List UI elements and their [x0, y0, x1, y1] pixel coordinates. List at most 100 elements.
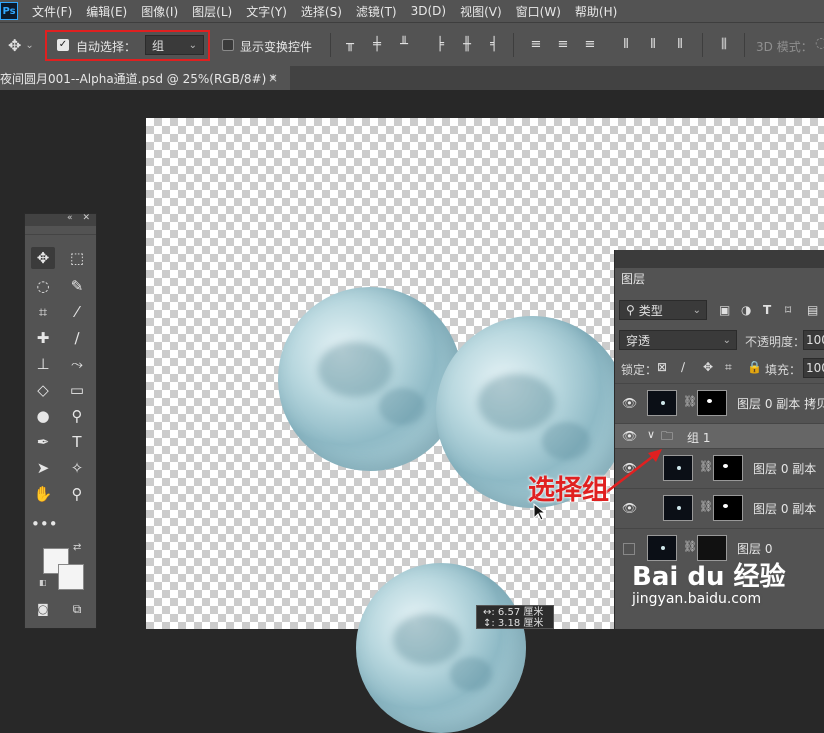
- menu-3d[interactable]: 3D(D): [411, 4, 446, 18]
- distribute-horizontal-center-icon[interactable]: ⦀: [645, 37, 661, 53]
- clone-stamp-tool-icon[interactable]: ⊥: [31, 353, 55, 375]
- eraser-tool-icon[interactable]: ◇: [31, 379, 55, 401]
- layer-mask-thumbnail[interactable]: [713, 495, 743, 521]
- tools-panel-grip[interactable]: [25, 226, 96, 235]
- auto-select-target-value: 组: [152, 38, 165, 53]
- eye-icon[interactable]: 👁: [622, 501, 637, 515]
- gradient-tool-icon[interactable]: ▭: [65, 379, 89, 401]
- screen-mode-icon[interactable]: ⧉: [65, 598, 89, 620]
- 3d-orbit-icon[interactable]: ◌: [815, 35, 824, 51]
- close-icon[interactable]: ✕: [82, 213, 90, 223]
- layer-filter-dropdown[interactable]: ⚲ 类型 ⌄: [619, 300, 707, 320]
- tab-layers[interactable]: 图层: [615, 268, 651, 290]
- eye-icon[interactable]: 👁: [622, 396, 637, 410]
- collapse-icon[interactable]: «: [67, 213, 73, 223]
- swap-colors-icon[interactable]: ⇄: [73, 542, 81, 553]
- align-left-icon[interactable]: ╞: [432, 37, 448, 53]
- menu-image[interactable]: 图像(I): [141, 3, 178, 20]
- show-transform-label: 显示变换控件: [240, 40, 313, 54]
- auto-select-label: 自动选择：: [76, 40, 137, 54]
- eyedropper-tool-icon[interactable]: ⁄: [65, 301, 89, 323]
- pen-tool-icon[interactable]: ✒: [31, 431, 55, 453]
- lasso-tool-icon[interactable]: ◌: [31, 275, 55, 297]
- lock-position-icon[interactable]: ✥: [703, 360, 713, 374]
- watermark-main: Bai du 经验: [632, 562, 786, 592]
- menu-type[interactable]: 文字(Y): [246, 3, 287, 20]
- lock-image-pixels-icon[interactable]: ∕: [681, 360, 685, 374]
- more-tools-icon[interactable]: •••: [31, 513, 58, 535]
- measure-width: ↔: 6.57 厘米: [483, 607, 544, 618]
- blur-tool-icon[interactable]: ●: [31, 405, 55, 427]
- mouse-cursor-icon: [533, 503, 547, 521]
- distribute-right-icon[interactable]: ⦀: [672, 37, 688, 53]
- auto-align-icon[interactable]: ⫼: [716, 37, 732, 53]
- tool-preset-chevron-down-icon[interactable]: ⌄: [25, 40, 33, 51]
- menu-edit[interactable]: 编辑(E): [86, 3, 127, 20]
- align-right-icon[interactable]: ╡: [486, 37, 502, 53]
- distribute-bottom-icon[interactable]: ≡: [582, 37, 598, 53]
- menu-filter[interactable]: 滤镜(T): [356, 3, 397, 20]
- document-tab-bar: 夜间圆月001--Alpha通道.psd @ 25%(RGB/8#) * ×: [0, 66, 824, 90]
- menu-help[interactable]: 帮助(H): [575, 3, 617, 20]
- quick-mask-icon[interactable]: ◙: [31, 598, 55, 620]
- background-color-swatch[interactable]: [58, 564, 84, 590]
- link-icon[interactable]: ⛓: [683, 540, 697, 553]
- distribute-top-icon[interactable]: ≡: [528, 37, 544, 53]
- document-tab[interactable]: 夜间圆月001--Alpha通道.psd @ 25%(RGB/8#) * ×: [0, 66, 290, 90]
- align-horizontal-center-icon[interactable]: ╫: [459, 37, 475, 53]
- move-tool-icon[interactable]: ✥: [8, 36, 21, 55]
- fill-input[interactable]: 100: [803, 358, 824, 378]
- history-brush-tool-icon[interactable]: ⤳: [65, 353, 89, 375]
- tools-panel: « ✕ ✥ ⬚ ◌ ✎ ⌗ ⁄ ✚ ∕ ⊥ ⤳ ◇ ▭ ● ⚲ ✒ T ➤ ✧ …: [24, 213, 97, 629]
- layer-row[interactable]: 👁 ⛓ 图层 0 副本 拷贝: [615, 383, 824, 423]
- brush-tool-icon[interactable]: ∕: [65, 327, 89, 349]
- opacity-label: 不透明度：: [745, 335, 806, 349]
- healing-brush-tool-icon[interactable]: ✚: [31, 327, 55, 349]
- moon-image: [278, 287, 462, 471]
- quick-selection-tool-icon[interactable]: ✎: [65, 275, 89, 297]
- link-icon[interactable]: ⛓: [699, 460, 713, 473]
- menu-view[interactable]: 视图(V): [460, 3, 502, 20]
- distribute-vertical-center-icon[interactable]: ≡: [555, 37, 571, 53]
- visibility-toggle-off[interactable]: [623, 543, 635, 555]
- link-icon[interactable]: ⛓: [683, 395, 697, 408]
- filter-shape-icon[interactable]: ⌑: [785, 303, 791, 317]
- menu-window[interactable]: 窗口(W): [516, 3, 561, 20]
- menu-select[interactable]: 选择(S): [301, 3, 342, 20]
- path-selection-tool-icon[interactable]: ➤: [31, 457, 55, 479]
- link-icon[interactable]: ⛓: [699, 500, 713, 513]
- dodge-tool-icon[interactable]: ⚲: [65, 405, 89, 427]
- lock-artboard-icon[interactable]: ⌗: [725, 360, 732, 375]
- filter-adjustment-icon[interactable]: ◑: [741, 303, 751, 317]
- crop-tool-icon[interactable]: ⌗: [31, 301, 55, 323]
- filter-pixel-icon[interactable]: ▣: [719, 303, 730, 317]
- distribute-left-icon[interactable]: ⦀: [618, 37, 634, 53]
- opacity-input[interactable]: 100: [803, 330, 824, 350]
- blend-mode-dropdown[interactable]: 穿透 ⌄: [619, 330, 737, 350]
- align-bottom-icon[interactable]: ╨: [396, 37, 412, 53]
- lock-transparent-pixels-icon[interactable]: ⊠: [657, 360, 667, 374]
- lock-all-icon[interactable]: 🔒: [747, 360, 762, 374]
- auto-select-checkbox[interactable]: ✓: [57, 39, 69, 51]
- close-icon[interactable]: ×: [268, 71, 278, 85]
- layer-filter-value: 类型: [638, 303, 663, 318]
- custom-shape-tool-icon[interactable]: ✧: [65, 457, 89, 479]
- default-colors-icon[interactable]: ◧: [39, 578, 47, 587]
- auto-select-target-dropdown[interactable]: 组 ⌄: [145, 35, 204, 55]
- filter-smart-object-icon[interactable]: ▤: [807, 303, 818, 317]
- layer-mask-thumbnail[interactable]: [713, 455, 743, 481]
- menu-file[interactable]: 文件(F): [32, 3, 72, 20]
- chevron-down-icon: ⌄: [188, 39, 197, 51]
- align-vertical-center-icon[interactable]: ╪: [369, 37, 385, 53]
- layer-name: 图层 0 副本: [753, 502, 817, 516]
- marquee-tool-icon[interactable]: ⬚: [65, 247, 89, 269]
- zoom-tool-icon[interactable]: ⚲: [65, 483, 89, 505]
- type-tool-icon[interactable]: T: [65, 431, 89, 453]
- hand-tool-icon[interactable]: ✋: [31, 483, 55, 505]
- layer-mask-thumbnail[interactable]: [697, 390, 727, 416]
- menu-layer[interactable]: 图层(L): [192, 3, 232, 20]
- filter-type-icon[interactable]: T: [763, 303, 771, 317]
- align-top-icon[interactable]: ╥: [342, 37, 358, 53]
- show-transform-checkbox[interactable]: [222, 39, 234, 51]
- move-tool-icon[interactable]: ✥: [31, 247, 55, 269]
